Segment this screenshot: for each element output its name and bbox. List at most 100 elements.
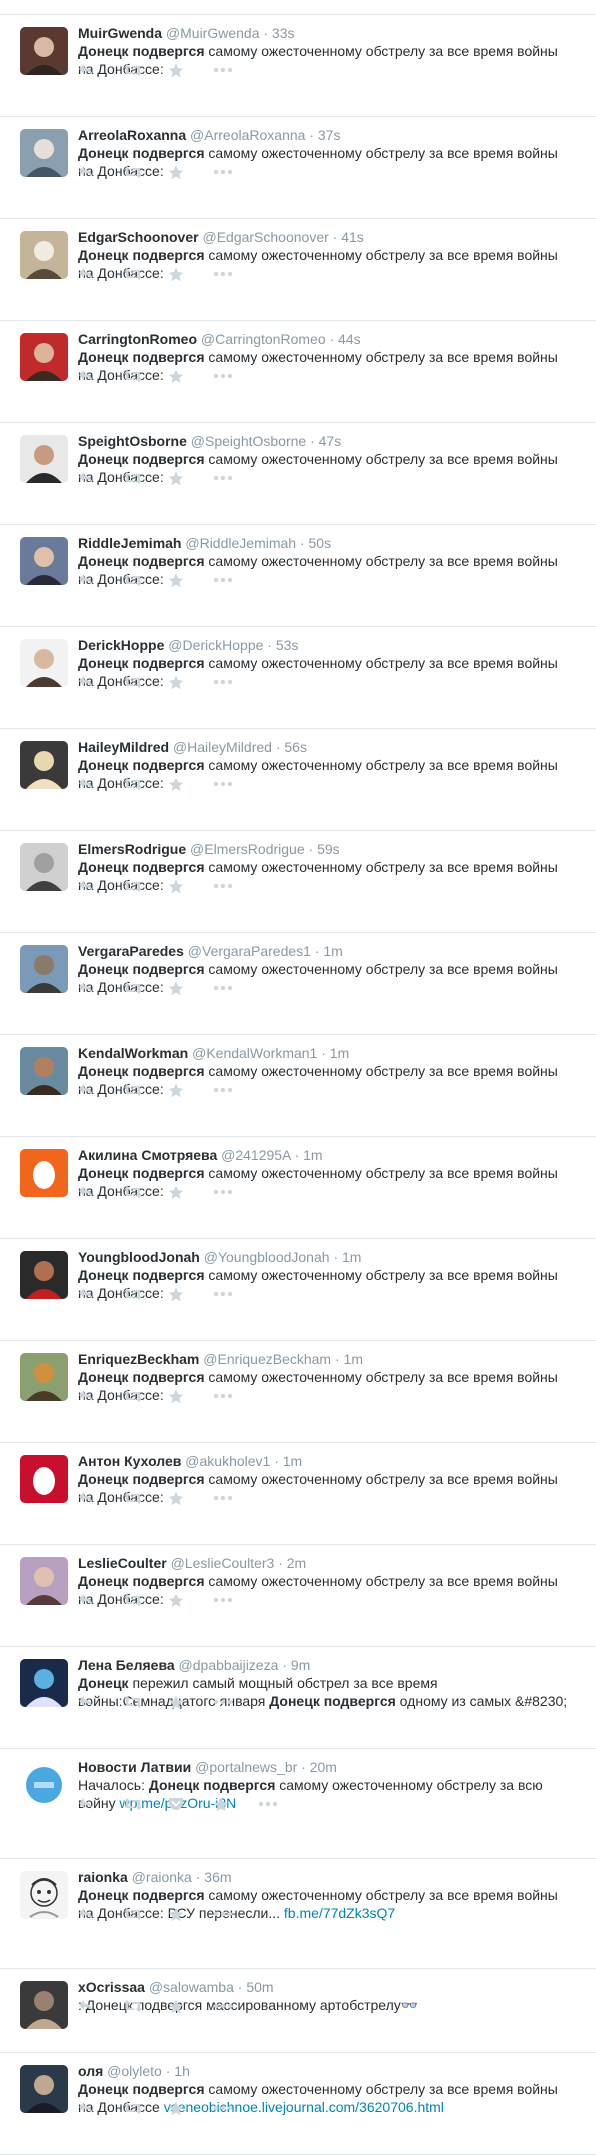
retweet-action[interactable]	[123, 572, 168, 588]
favorite-action[interactable]	[168, 1490, 213, 1506]
avatar[interactable]	[20, 1981, 68, 2029]
retweet-action[interactable]	[123, 62, 168, 78]
avatar[interactable]	[20, 945, 68, 993]
avatar[interactable]	[20, 741, 68, 789]
tweet-time[interactable]: · 50m	[238, 1979, 274, 1995]
tweet-username[interactable]: @RiddleJemimah	[185, 535, 296, 551]
tweet-9[interactable]: ElmersRodrigue @ElmersRodrigue · 59s Дон…	[0, 831, 596, 933]
tweet-12[interactable]: Акилина Смотряева @241295A · 1m Донецк п…	[0, 1137, 596, 1239]
tweet-15[interactable]: Антон Кухолев @akukholev1 · 1m Донецк по…	[0, 1443, 596, 1545]
tweet-fullname[interactable]: KendalWorkman	[78, 1045, 188, 1061]
tweet-username[interactable]: @portalnews_br	[195, 1759, 297, 1775]
retweet-action[interactable]	[123, 1286, 168, 1302]
tweet-fullname[interactable]: VergaraParedes	[78, 943, 184, 959]
more-action[interactable]	[213, 1906, 258, 1922]
avatar[interactable]	[20, 639, 68, 687]
more-action[interactable]	[213, 1490, 258, 1506]
reply-action[interactable]	[78, 1694, 123, 1710]
avatar[interactable]	[20, 1353, 68, 1401]
avatar[interactable]	[20, 1251, 68, 1299]
more-action[interactable]	[213, 470, 258, 486]
retweet-action[interactable]	[123, 1388, 168, 1404]
favorite-action[interactable]	[168, 980, 213, 996]
favorite-action[interactable]	[168, 1592, 213, 1608]
tweet-username[interactable]: @MuirGwenda	[166, 25, 260, 41]
more-action[interactable]	[213, 1388, 258, 1404]
retweet-action[interactable]	[123, 2100, 168, 2116]
retweet-action[interactable]	[123, 1796, 168, 1812]
reply-action[interactable]	[78, 1998, 123, 2014]
tweet-time[interactable]: · 1m	[274, 1453, 302, 1469]
retweet-action[interactable]	[123, 1998, 168, 2014]
tweet-time[interactable]: · 47s	[310, 433, 341, 449]
reply-action[interactable]	[78, 368, 123, 384]
retweet-action[interactable]	[123, 470, 168, 486]
tweet-8[interactable]: HaileyMildred @HaileyMildred · 56s Донец…	[0, 729, 596, 831]
tweet-fullname[interactable]: ArreolaRoxanna	[78, 127, 186, 143]
more-action[interactable]	[213, 1694, 258, 1710]
tweet-17[interactable]: Лена Беляева @dpabbaijizeza · 9m Донецк …	[0, 1647, 596, 1749]
tweet-username[interactable]: @KendalWorkman1	[192, 1045, 317, 1061]
avatar[interactable]	[20, 1149, 68, 1197]
tweet-11[interactable]: KendalWorkman @KendalWorkman1 · 1m Донец…	[0, 1035, 596, 1137]
retweet-action[interactable]	[123, 1184, 168, 1200]
tweet-fullname[interactable]: xOcrissaa	[78, 1979, 145, 1995]
more-action[interactable]	[213, 368, 258, 384]
tweet-14[interactable]: EnriquezBeckham @EnriquezBeckham · 1m До…	[0, 1341, 596, 1443]
tweet-username[interactable]: @VergaraParedes1	[188, 943, 311, 959]
tweet-time[interactable]: · 44s	[330, 331, 361, 347]
tweet-link[interactable]: fb.me/77dZk3sQ7	[284, 1905, 395, 1921]
tweet-username[interactable]: @salowamba	[149, 1979, 234, 1995]
tweet-3[interactable]: EdgarSchoonover @EdgarSchoonover · 41s Д…	[0, 219, 596, 321]
reply-action[interactable]	[78, 266, 123, 282]
reply-action[interactable]	[78, 674, 123, 690]
favorite-action[interactable]	[168, 572, 213, 588]
favorite-action[interactable]	[168, 368, 213, 384]
more-action[interactable]	[213, 1286, 258, 1302]
tweet-16[interactable]: LeslieCoulter @LeslieCoulter3 · 2m Донец…	[0, 1545, 596, 1647]
tweet-username[interactable]: @EdgarSchoonover	[202, 229, 328, 245]
tweet-time[interactable]: · 9m	[282, 1657, 310, 1673]
tweet-fullname[interactable]: MuirGwenda	[78, 25, 162, 41]
tweet-time[interactable]: · 41s	[333, 229, 364, 245]
retweet-action[interactable]	[123, 1906, 168, 1922]
tweet-20[interactable]: xOcrissaa @salowamba · 50m : Донецк подв…	[0, 1969, 596, 2053]
more-action[interactable]	[213, 674, 258, 690]
favorite-action[interactable]	[168, 1388, 213, 1404]
more-action[interactable]	[213, 2100, 258, 2116]
avatar[interactable]	[20, 1455, 68, 1503]
tweet-fullname[interactable]: RiddleJemimah	[78, 535, 181, 551]
tweet-time[interactable]: · 59s	[309, 841, 340, 857]
reply-action[interactable]	[78, 878, 123, 894]
favorite-action[interactable]	[168, 1184, 213, 1200]
favorite-action[interactable]	[168, 2100, 213, 2116]
tweet-fullname[interactable]: YoungbloodJonah	[78, 1249, 200, 1265]
reply-action[interactable]	[78, 62, 123, 78]
retweet-action[interactable]	[123, 878, 168, 894]
more-action[interactable]	[213, 878, 258, 894]
tweet-time[interactable]: · 37s	[309, 127, 340, 143]
retweet-action[interactable]	[123, 1592, 168, 1608]
tweet-21[interactable]: оля @olyleto · 1h Донецк подвергся самом…	[0, 2053, 596, 2155]
pocket-action[interactable]	[168, 1796, 213, 1812]
tweet-fullname[interactable]: EdgarSchoonover	[78, 229, 199, 245]
avatar[interactable]	[20, 843, 68, 891]
reply-action[interactable]	[78, 1388, 123, 1404]
retweet-action[interactable]	[123, 1694, 168, 1710]
more-action[interactable]	[213, 1592, 258, 1608]
tweet-fullname[interactable]: DerickHoppe	[78, 637, 164, 653]
tweet-username[interactable]: @DerickHoppe	[168, 637, 263, 653]
avatar[interactable]	[20, 1871, 68, 1919]
reply-action[interactable]	[78, 2100, 123, 2116]
avatar[interactable]	[20, 435, 68, 483]
tweet-18[interactable]: Новости Латвии @portalnews_br · 20m Нача…	[0, 1749, 596, 1859]
avatar[interactable]	[20, 537, 68, 585]
favorite-action[interactable]	[168, 1082, 213, 1098]
tweet-time[interactable]: · 1m	[315, 943, 343, 959]
reply-action[interactable]	[78, 1796, 123, 1812]
tweet-username[interactable]: @YoungbloodJonah	[204, 1249, 330, 1265]
avatar[interactable]	[20, 1761, 68, 1809]
favorite-action[interactable]	[168, 62, 213, 78]
more-action[interactable]	[213, 776, 258, 792]
tweet-username[interactable]: @ElmersRodrigue	[190, 841, 305, 857]
